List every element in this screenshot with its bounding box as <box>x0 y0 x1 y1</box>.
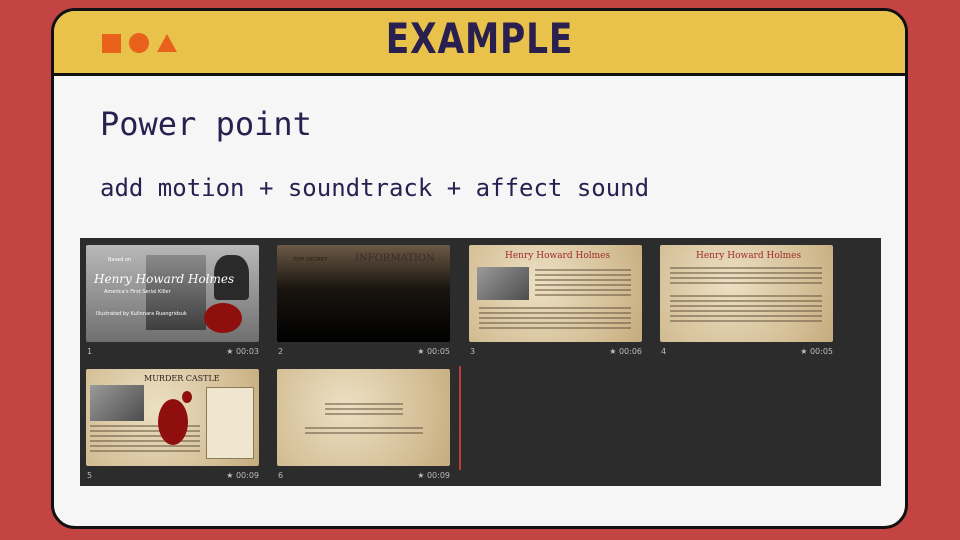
slide-body-text <box>479 307 631 332</box>
header-title: EXAMPLE <box>385 14 574 63</box>
slide-title: MURDER CASTLE <box>144 374 220 383</box>
slide-thumbnail-2[interactable]: TOP SECRET INFORMATION <box>277 245 450 342</box>
slide-body-text <box>535 269 631 299</box>
slide-tag: TOP SECRET <box>293 257 328 263</box>
page-heading: Power point <box>100 105 312 143</box>
slide-sorter: Based on Henry Howard Holmes America's F… <box>80 238 881 486</box>
slide-body-text <box>670 295 822 325</box>
blood-splatter <box>158 399 188 445</box>
slide-duration: ★ 00:05 <box>800 347 833 356</box>
slide-thumbnail-6[interactable] <box>277 369 450 466</box>
building-photo <box>90 385 144 421</box>
slide-duration: ★ 00:09 <box>226 471 259 480</box>
portrait-photo <box>477 267 529 300</box>
blood-splatter <box>204 303 242 333</box>
slide-number: 3 <box>470 347 476 356</box>
slide-number: 6 <box>278 471 284 480</box>
page-subheading: add motion + soundtrack + affect sound <box>100 174 650 202</box>
slide-thumbnail-5[interactable]: MURDER CASTLE <box>86 369 259 466</box>
slide-body-text <box>325 403 403 418</box>
slide-number: 2 <box>278 347 284 356</box>
slide-title: Henry Howard Holmes <box>94 272 235 286</box>
slide-thumbnail-1[interactable]: Based on Henry Howard Holmes America's F… <box>86 245 259 342</box>
slide-body-text <box>670 267 822 287</box>
slide-number: 5 <box>87 471 93 480</box>
slide-title: Henry Howard Holmes <box>505 251 611 261</box>
slide-body-text <box>305 427 423 437</box>
slide-duration: ★ 00:09 <box>417 471 450 480</box>
blood-splatter <box>182 391 192 403</box>
slide-duration: ★ 00:03 <box>226 347 259 356</box>
slide-duration: ★ 00:06 <box>609 347 642 356</box>
slide-credit: Illustrated by Kulinnara Ruangridsuk <box>96 311 187 317</box>
slide-thumbnail-3[interactable]: Henry Howard Holmes <box>469 245 642 342</box>
square-icon <box>102 33 121 53</box>
header-bar: EXAMPLE <box>54 11 905 76</box>
slide-label: Based on <box>108 257 132 263</box>
slide-duration: ★ 00:05 <box>417 347 450 356</box>
slide-title: Henry Howard Holmes <box>696 251 802 261</box>
slide-number: 1 <box>87 347 93 356</box>
slide-subtitle: America's First Serial Killer <box>104 289 171 295</box>
slide-thumbnail-4[interactable]: Henry Howard Holmes <box>660 245 833 342</box>
insertion-cursor <box>459 366 461 470</box>
slide-title: INFORMATION <box>355 253 435 264</box>
slide-number: 4 <box>661 347 667 356</box>
floor-plan-image <box>206 387 254 459</box>
